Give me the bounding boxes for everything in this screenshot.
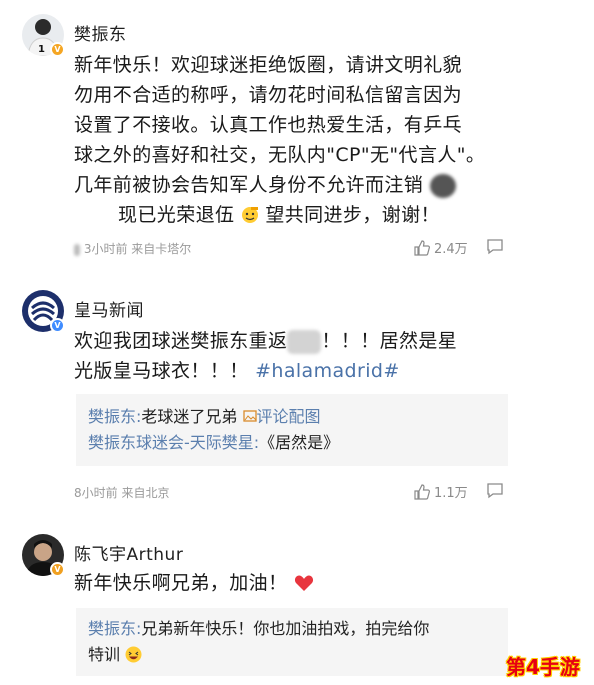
author-name[interactable]: 陈飞宇Arthur bbox=[74, 540, 183, 565]
verified-badge-icon: V bbox=[50, 42, 65, 57]
image-icon bbox=[242, 410, 257, 422]
post-content: 新年快乐！欢迎球迷拒绝饭圈，请讲文明礼貌 勿用不合适的称呼，请勿花时间私信留言因… bbox=[74, 50, 508, 233]
post-content: 新年快乐啊兄弟，加油！ bbox=[74, 568, 508, 601]
comment-icon[interactable] bbox=[486, 238, 504, 259]
hashtag-link[interactable]: #halamadrid# bbox=[255, 360, 400, 382]
site-watermark: 第4手游 bbox=[506, 655, 580, 679]
comment-image-link[interactable]: 评论配图 bbox=[257, 407, 321, 426]
like-button[interactable]: 2.4万 bbox=[414, 238, 468, 257]
heart-icon bbox=[294, 571, 314, 601]
reply-item[interactable]: 樊振东:兄弟新年快乐！你也加油拍戏，拍完给你 bbox=[88, 616, 496, 642]
verified-badge-icon: V bbox=[50, 562, 65, 577]
reply-item[interactable]: 樊振东球迷会-天际樊星:《居然是》 bbox=[88, 430, 496, 456]
comment-icon[interactable] bbox=[486, 482, 504, 503]
salute-emoji-icon bbox=[241, 203, 259, 233]
blurred-text bbox=[287, 329, 322, 354]
laugh-emoji-icon bbox=[125, 645, 142, 671]
post-meta: 8小时前 来自北京 bbox=[74, 486, 170, 500]
svg-text:1: 1 bbox=[38, 44, 45, 55]
like-button[interactable]: 1.1万 bbox=[414, 482, 468, 501]
verified-badge-icon: V bbox=[50, 318, 65, 333]
author-name[interactable]: 樊振东 bbox=[74, 20, 127, 45]
reply-box: 樊振东:兄弟新年快乐！你也加油拍戏，拍完给你 特训 bbox=[76, 608, 508, 676]
reply-box: 樊振东:老球迷了兄弟 评论配图 樊振东球迷会-天际樊星:《居然是》 bbox=[76, 394, 508, 466]
post-meta: 3小时前 来自卡塔尔 bbox=[74, 240, 191, 257]
reply-item[interactable]: 樊振东:老球迷了兄弟 评论配图 bbox=[88, 404, 496, 430]
author-name[interactable]: 皇马新闻 bbox=[74, 296, 144, 321]
blurred-sticker bbox=[429, 173, 456, 198]
like-count: 2.4万 bbox=[434, 242, 468, 257]
thumbs-up-icon bbox=[414, 239, 430, 256]
thumbs-up-icon bbox=[414, 483, 430, 500]
like-count: 1.1万 bbox=[434, 486, 468, 501]
post-content: 欢迎我团球迷樊振东重返 ！！！居然是星 光版皇马球衣！！！ #halamadrid… bbox=[74, 329, 458, 382]
